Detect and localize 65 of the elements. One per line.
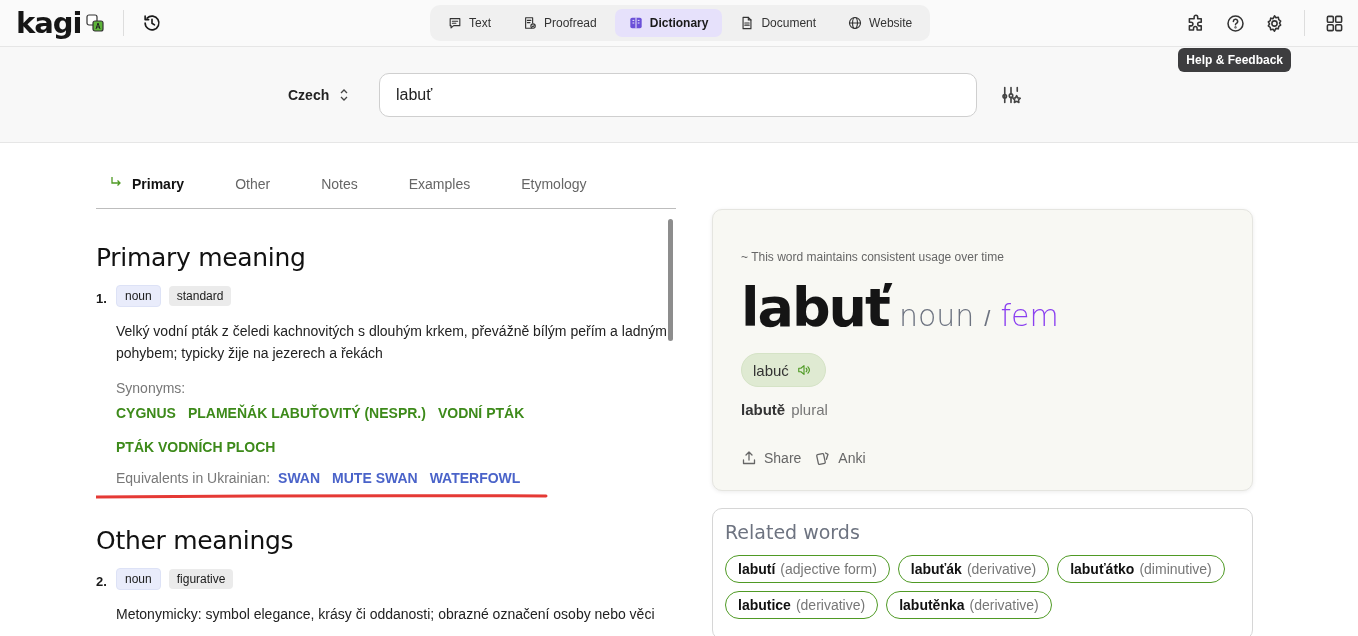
chat-icon bbox=[448, 16, 462, 30]
tag: figurative bbox=[168, 569, 234, 589]
document-icon bbox=[740, 16, 755, 30]
gender: fem bbox=[1000, 298, 1059, 333]
synonym-link[interactable]: PTÁK VODNÍCH PLOCH bbox=[116, 432, 276, 462]
definition-text: Velký vodní pták z čeledi kachnovitých s dlouhým krkem, převážně bílým peřím a ladným pohybem; typicky žije na jezerech a řekách bbox=[116, 322, 668, 363]
synonyms-label: Synonyms: bbox=[116, 380, 187, 396]
globe-icon bbox=[848, 16, 863, 30]
mode-tab[interactable]: Dictionary bbox=[614, 9, 723, 37]
panel-title: Related words bbox=[725, 521, 861, 543]
search-field[interactable]: labuť bbox=[379, 72, 977, 117]
related-word-chip[interactable]: labuťák (derivative) bbox=[897, 555, 1050, 583]
cards-icon bbox=[815, 450, 832, 466]
tag: standard bbox=[168, 286, 232, 306]
plural-form: labutě bbox=[741, 401, 786, 418]
synonym-link[interactable]: CYGNUS bbox=[116, 398, 176, 428]
filter-settings-icon bbox=[1001, 84, 1021, 105]
section-tab[interactable]: Other bbox=[235, 176, 271, 208]
mode-tab[interactable]: Website bbox=[834, 9, 927, 37]
logo[interactable]: kagi bbox=[16, 8, 82, 38]
section-heading: Other meanings bbox=[96, 526, 295, 555]
arrow-icon bbox=[110, 176, 122, 188]
tag: noun bbox=[116, 568, 161, 590]
equivalent-link[interactable]: WATERFOWL bbox=[429, 470, 521, 486]
equivalent-link[interactable]: SWAN bbox=[278, 470, 321, 486]
chevron-updown-icon bbox=[339, 87, 350, 102]
equivalents-label: Equivalents in Ukrainian: bbox=[116, 470, 271, 486]
related-word-chip[interactable]: labutice (derivative) bbox=[725, 591, 879, 619]
meaning-number: 1. bbox=[96, 290, 108, 306]
mode-tab[interactable]: Text bbox=[434, 9, 505, 37]
synonym-link[interactable]: VODNÍ PTÁK bbox=[437, 398, 525, 428]
separator: / bbox=[984, 306, 991, 332]
scrollbar[interactable] bbox=[668, 219, 673, 341]
section-heading: Primary meaning bbox=[96, 243, 307, 272]
language-select[interactable]: Czech bbox=[288, 86, 379, 103]
section-tab[interactable]: Notes bbox=[321, 176, 358, 208]
section-tab[interactable]: Primary bbox=[110, 176, 185, 208]
book-icon bbox=[628, 16, 643, 30]
speaker-icon bbox=[796, 363, 811, 377]
plural-label: plural bbox=[791, 401, 828, 418]
mode-tab[interactable]: Proofread bbox=[509, 9, 611, 37]
apps-grid-icon bbox=[1325, 13, 1344, 33]
tag: noun bbox=[116, 285, 161, 307]
action-button[interactable]: Share bbox=[741, 450, 802, 466]
document-check-icon bbox=[523, 16, 537, 30]
settings-icon bbox=[1265, 13, 1284, 33]
related-word-chip[interactable]: labutí (adjective form) bbox=[725, 555, 890, 583]
pronunciation-button[interactable]: labuć bbox=[741, 353, 826, 387]
history-icon bbox=[141, 13, 162, 33]
help-icon bbox=[1226, 13, 1245, 33]
meaning-number: 2. bbox=[96, 573, 108, 589]
translate-icon bbox=[84, 13, 105, 33]
section-tab[interactable]: Etymology bbox=[521, 176, 587, 208]
related-word-chip[interactable]: labutěnka (derivative) bbox=[886, 591, 1052, 619]
related-word-chip[interactable]: labuťátko (diminutive) bbox=[1057, 555, 1225, 583]
part-of-speech: noun bbox=[898, 298, 975, 333]
tooltip: Help & Feedback bbox=[1178, 48, 1291, 72]
action-button[interactable]: Anki bbox=[815, 450, 866, 466]
upload-icon bbox=[741, 450, 757, 466]
section-tab[interactable]: Examples bbox=[408, 176, 471, 208]
mode-tab[interactable]: Document bbox=[726, 9, 831, 37]
synonym-link[interactable]: PLAMEŇÁK LABUŤOVITÝ (NESPR.) bbox=[187, 398, 426, 428]
usage-note: ~ This word maintains consistent usage over time bbox=[741, 250, 1005, 264]
definition-text: Metonymicky: symbol elegance, krásy či oddanosti; obrazné označení osoby nebo věci bbox=[116, 605, 656, 624]
equivalent-link[interactable]: MUTE SWAN bbox=[332, 470, 418, 486]
